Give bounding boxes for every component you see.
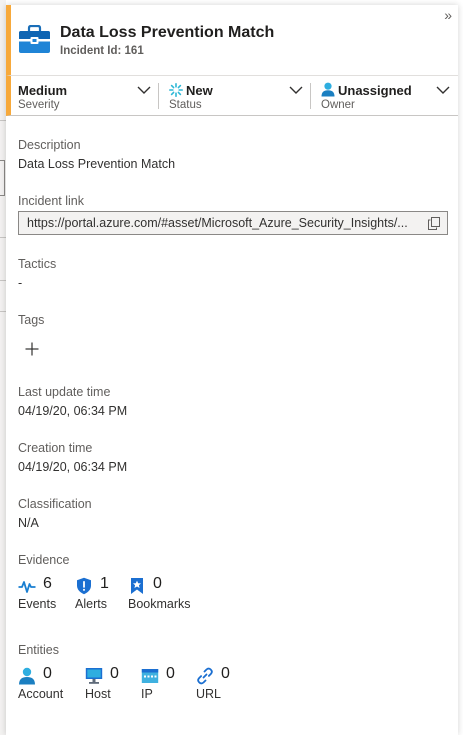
incident-title: Data Loss Prevention Match (60, 24, 275, 41)
severity-value: Medium (18, 83, 68, 98)
pulse-icon (18, 581, 36, 593)
ip-icon (141, 669, 159, 683)
ip-label: IP (141, 687, 153, 701)
classification-value: N/A (18, 516, 39, 530)
evidence-label: Evidence (18, 553, 70, 567)
owner-label: Owner (321, 99, 355, 111)
incident-header: Data Loss Prevention Match Incident Id: … (6, 5, 458, 76)
url-label: URL (196, 687, 222, 701)
collapse-panel-icon[interactable]: » (444, 8, 452, 22)
last-update-label: Last update time (18, 385, 111, 399)
chevron-down-icon (436, 86, 450, 94)
bookmark-icon (131, 578, 143, 594)
incident-link-label: Incident link (18, 194, 85, 208)
description-label: Description (18, 138, 81, 152)
tactics-value: - (18, 276, 23, 290)
incident-link-field[interactable]: https://portal.azure.com/#asset/Microsof… (18, 211, 448, 235)
status-value: New (186, 83, 213, 98)
status-label: Status (169, 99, 202, 111)
last-update-value: 04/19/20, 06:34 PM (18, 404, 128, 418)
status-dropdown[interactable]: New Status (159, 76, 311, 116)
link-icon (197, 667, 213, 685)
edge-box (0, 160, 5, 196)
account-icon (19, 667, 35, 685)
chevron-down-icon (289, 86, 303, 94)
shield-icon (77, 577, 91, 595)
chevron-down-icon (137, 86, 151, 94)
events-count: 6 (43, 575, 52, 592)
host-label: Host (85, 687, 111, 701)
alerts-count: 1 (100, 575, 109, 592)
briefcase-icon (19, 25, 50, 53)
tactics-label: Tactics (18, 257, 57, 271)
owner-value: Unassigned (338, 83, 412, 98)
account-label: Account (18, 687, 64, 701)
host-icon (85, 668, 103, 684)
incident-meta-bar: Medium Severity New Status Unassigned Ow… (6, 76, 458, 116)
creation-time-label: Creation time (18, 441, 93, 455)
severity-label: Severity (18, 99, 60, 111)
entities-label: Entities (18, 643, 59, 657)
bookmarks-count: 0 (153, 575, 162, 592)
spinner-icon (169, 83, 183, 97)
url-count: 0 (221, 665, 230, 682)
severity-dropdown[interactable]: Medium Severity (11, 76, 159, 116)
incident-link-value[interactable]: https://portal.azure.com/#asset/Microsof… (27, 216, 421, 230)
bookmarks-label: Bookmarks (128, 597, 191, 611)
alerts-label: Alerts (75, 597, 107, 611)
host-count: 0 (110, 665, 119, 682)
copy-icon[interactable] (428, 217, 440, 230)
classification-label: Classification (18, 497, 92, 511)
owner-dropdown[interactable]: Unassigned Owner (311, 76, 458, 116)
tags-label: Tags (18, 313, 45, 327)
incident-details-panel: Data Loss Prevention Match Incident Id: … (6, 5, 458, 735)
creation-time-value: 04/19/20, 06:34 PM (18, 460, 128, 474)
events-label: Events (18, 597, 57, 611)
add-tag-icon[interactable] (24, 341, 40, 357)
incident-id: Incident Id: 161 (60, 45, 144, 57)
person-icon (321, 82, 335, 97)
ip-count: 0 (166, 665, 175, 682)
account-count: 0 (43, 665, 52, 682)
description-value: Data Loss Prevention Match (18, 157, 176, 171)
